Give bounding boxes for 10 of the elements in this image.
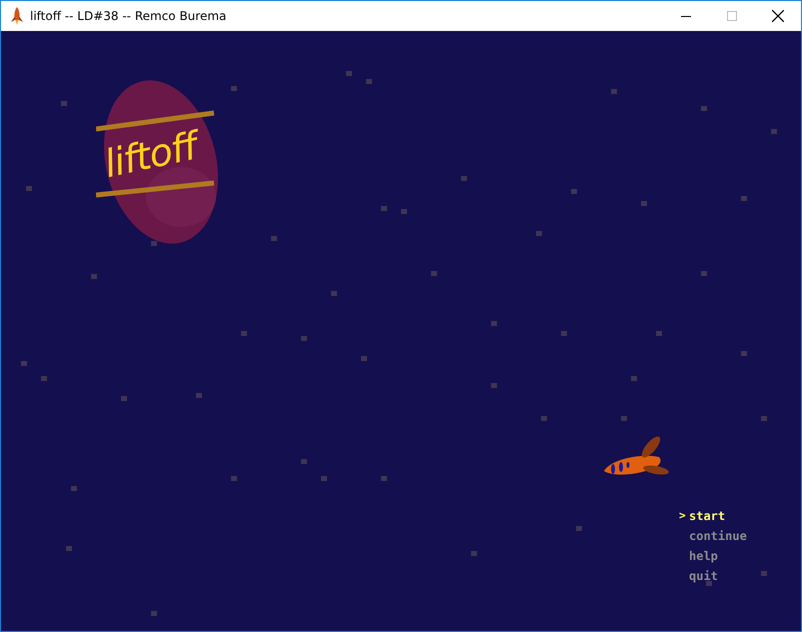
logo-text: liftoff: [100, 124, 200, 186]
menu-item[interactable]: help: [689, 548, 718, 562]
maximize-icon: [727, 11, 737, 21]
menu-item[interactable]: quit: [689, 568, 718, 582]
window-title: liftoff -- LD#38 -- Remco Burema: [30, 9, 226, 23]
menu-cursor: >: [679, 509, 687, 522]
close-icon: [772, 10, 784, 22]
menu-item[interactable]: continue: [689, 528, 747, 542]
menu-item[interactable]: start: [689, 508, 726, 522]
rocket-icon: [10, 7, 24, 25]
